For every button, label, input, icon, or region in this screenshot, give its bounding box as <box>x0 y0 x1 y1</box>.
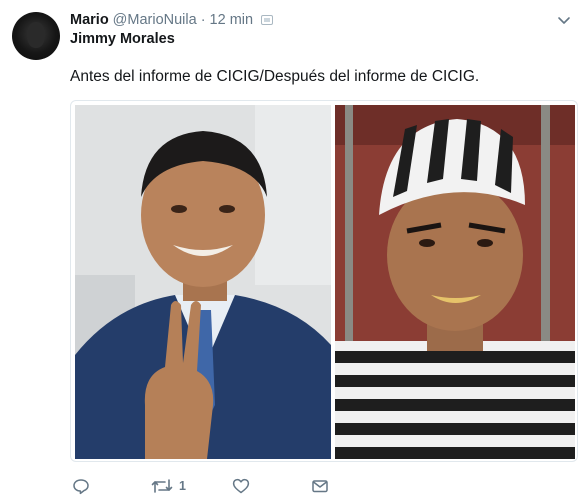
tweet-card[interactable]: Mario @MarioNuila · 12 min Jimmy Morales… <box>0 0 586 502</box>
reply-icon <box>73 479 89 495</box>
media-container[interactable] <box>70 100 578 462</box>
user-handle[interactable]: @MarioNuila <box>113 12 197 28</box>
retweet-button[interactable]: 1 <box>151 476 186 496</box>
reply-button[interactable] <box>72 476 90 496</box>
separator-dot: · <box>200 12 206 28</box>
tweet-subtitle: Jimmy Morales <box>70 31 175 47</box>
like-button[interactable] <box>232 476 250 496</box>
display-name[interactable]: Mario <box>70 12 109 28</box>
avatar[interactable] <box>12 12 60 60</box>
timestamp[interactable]: 12 min <box>210 12 254 28</box>
media-badge-icon <box>261 15 274 25</box>
message-button[interactable] <box>311 476 329 496</box>
heart-icon <box>232 478 250 494</box>
envelope-icon <box>312 480 328 493</box>
chevron-down-icon[interactable] <box>556 12 572 28</box>
photo-after[interactable] <box>335 105 575 459</box>
retweet-icon <box>151 479 173 493</box>
photo-before[interactable] <box>75 105 331 459</box>
tweet-text: Antes del informe de CICIG/Después del i… <box>70 68 480 85</box>
tweet-actions: 1 <box>70 476 370 496</box>
retweet-count: 1 <box>179 479 186 493</box>
tweet-header: Mario @MarioNuila · 12 min <box>70 10 274 30</box>
